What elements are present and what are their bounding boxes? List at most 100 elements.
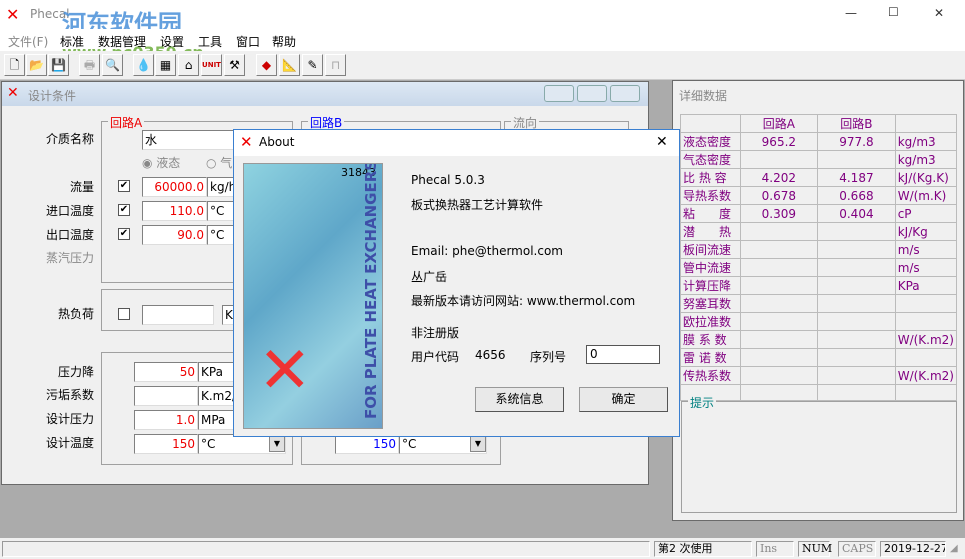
drop-icon[interactable]: 💧 <box>133 54 154 76</box>
table-cell <box>739 312 819 331</box>
flowrate-input[interactable]: 60000.0 <box>142 177 207 197</box>
save-icon[interactable]: 💾 <box>48 54 69 76</box>
heat-load-label: 热负荷 <box>57 307 94 321</box>
gas-radio[interactable]: ○ 气 <box>206 154 232 171</box>
table-row: 导热系数 0.678 0.668 W/(m.K) <box>680 186 958 205</box>
design-temp-input[interactable]: 150 <box>134 434 198 454</box>
website-text: 最新版本请访问网站: www.thermol.com <box>411 294 636 308</box>
chevron-down-icon[interactable]: ▼ <box>269 436 285 452</box>
menu-help[interactable]: 帮助 <box>272 33 296 50</box>
maximize-button[interactable]: ☐ <box>888 5 899 19</box>
table-cell: W/(m.K) <box>894 186 958 205</box>
home-icon[interactable]: ⌂ <box>178 54 199 76</box>
column-header <box>680 114 741 133</box>
table-cell <box>739 240 819 259</box>
b-design-temp-input[interactable]: 150 <box>335 434 399 454</box>
table-header-row: 回路A 回路B <box>680 114 958 133</box>
table-row: 传热系数 W/(K.m2) <box>680 366 958 385</box>
preview-icon[interactable]: 🔍 <box>102 54 123 76</box>
close-button[interactable] <box>610 85 640 102</box>
medium-label: 介质名称 <box>45 132 94 146</box>
outlet-checkbox[interactable]: ✔ <box>118 228 130 240</box>
steam-pressure-label: 蒸汽压力 <box>45 251 94 265</box>
menu-file[interactable]: 文件(F) <box>8 33 48 50</box>
menu-window[interactable]: 窗口 <box>236 33 260 50</box>
unit-icon[interactable]: UNIT <box>201 54 222 76</box>
table-cell <box>739 150 819 169</box>
tools-icon[interactable]: ⚒ <box>224 54 245 76</box>
fouling-input[interactable] <box>134 386 198 406</box>
logo-x-icon: ✕ <box>258 334 312 408</box>
system-info-button[interactable]: 系统信息 <box>475 387 564 412</box>
calculator-icon[interactable]: ▦ <box>155 54 176 76</box>
table-cell: 液态密度 <box>680 132 741 151</box>
table-cell <box>817 312 896 331</box>
minimize-button[interactable] <box>544 85 574 102</box>
banner-text: FOR PLATE HEAT EXCHANGERS <box>362 163 380 419</box>
table-cell: W/(K.m2) <box>894 330 958 349</box>
flowrate-checkbox[interactable]: ✔ <box>118 180 130 192</box>
window-logo-icon: ✕ <box>7 85 19 101</box>
table-cell: kg/m3 <box>894 132 958 151</box>
column-header: 回路A <box>739 114 819 133</box>
table-cell: 努塞耳数 <box>680 294 741 313</box>
inlet-temp-input[interactable]: 110.0 <box>142 201 207 221</box>
chevron-down-icon[interactable]: ▼ <box>470 436 486 452</box>
minimize-button[interactable]: — <box>845 6 857 20</box>
table-cell: 977.8 <box>817 132 896 151</box>
heat-load-checkbox[interactable] <box>118 308 130 320</box>
outlet-temp-input[interactable]: 90.0 <box>142 225 207 245</box>
medium-input[interactable]: 水 <box>142 130 242 150</box>
user-code-label: 用户代码 <box>411 350 460 364</box>
person-icon[interactable]: ✎ <box>302 54 323 76</box>
table-cell: 雷 诺 数 <box>680 348 741 367</box>
table-cell: 965.2 <box>739 132 819 151</box>
table-row: 板间流速 m/s <box>680 240 958 259</box>
table-cell <box>894 312 958 331</box>
outlet-temp-label: 出口温度 <box>45 228 94 242</box>
about-titlebar: ✕ About ✕ <box>234 130 679 156</box>
design-window-title: 设计条件 <box>28 89 77 103</box>
table-cell: 潜 热 <box>680 222 741 241</box>
table-cell: W/(K.m2) <box>894 366 958 385</box>
resize-grip-icon[interactable]: ◢ <box>950 543 958 554</box>
close-button[interactable]: ✕ <box>934 6 944 20</box>
column-header <box>894 114 958 133</box>
table-cell: kJ/(Kg.K) <box>894 168 958 187</box>
table-cell <box>739 294 819 313</box>
gas-label: 气 <box>220 156 233 170</box>
table-cell <box>894 294 958 313</box>
table-cell: 4.187 <box>817 168 896 187</box>
shapes-icon[interactable]: ◆ <box>256 54 277 76</box>
table-cell <box>817 240 896 259</box>
fouling-label: 污垢系数 <box>45 388 94 402</box>
table-cell: 导热系数 <box>680 186 741 205</box>
about-title: About <box>259 135 295 149</box>
restore-button[interactable] <box>577 85 607 102</box>
table-cell: 0.404 <box>817 204 896 223</box>
table-cell: 比 热 容 <box>680 168 741 187</box>
open-icon[interactable]: 📂 <box>26 54 47 76</box>
pressure-drop-input[interactable]: 50 <box>134 362 198 382</box>
print-icon[interactable]: 🖶 <box>79 54 100 76</box>
new-icon[interactable]: 🗋 <box>4 54 25 76</box>
email-text: Email: phe@thermol.com <box>411 244 563 258</box>
details-window: 详细数据 回路A 回路B 液态密度 965.2 977.8 kg/m3 气态密度 kg/m3 比… <box>672 80 964 521</box>
liquid-radio[interactable]: ◉ 液态 <box>142 154 180 171</box>
ruler-icon[interactable]: 📐 <box>279 54 300 76</box>
inlet-checkbox[interactable]: ✔ <box>118 204 130 216</box>
serial-input[interactable]: 0 <box>586 345 660 364</box>
table-cell: kJ/Kg <box>894 222 958 241</box>
circuit-a-label: 回路A <box>108 114 145 131</box>
table-row: 比 热 容 4.202 4.187 kJ/(Kg.K) <box>680 168 958 187</box>
registration-status: 非注册版 <box>411 326 460 340</box>
table-cell: m/s <box>894 258 958 277</box>
close-icon[interactable]: ✕ <box>656 134 668 150</box>
heat-load-input[interactable] <box>142 305 214 325</box>
table-cell: 0.309 <box>739 204 819 223</box>
num-indicator: NUM <box>798 541 832 557</box>
design-pressure-input[interactable]: 1.0 <box>134 410 198 430</box>
ok-button[interactable]: 确定 <box>579 387 668 412</box>
liquid-label: 液态 <box>156 156 181 170</box>
pipe-icon[interactable]: ⊓ <box>325 54 346 76</box>
